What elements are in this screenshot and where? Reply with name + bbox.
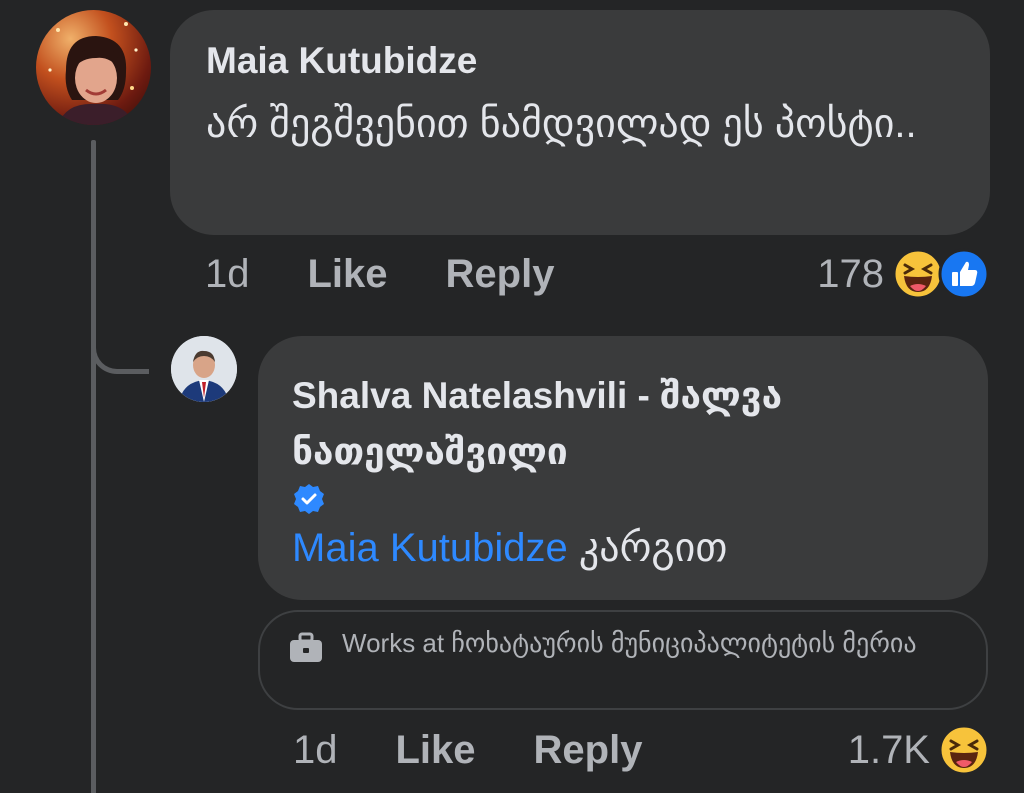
reply-button[interactable]: Reply (534, 728, 643, 773)
reaction-summary[interactable]: 178 (817, 248, 990, 300)
comment-text: არ შეგშვენით ნამდვილად ეს პოსტი.. (206, 102, 917, 146)
thread-connector-curve (91, 318, 149, 374)
laughing-emoji-icon (892, 248, 944, 300)
like-button[interactable]: Like (396, 728, 476, 773)
reaction-summary[interactable]: 1.7K (848, 724, 990, 776)
comment-actions: 1d Like Reply (205, 252, 612, 297)
comment-timestamp[interactable]: 1d (205, 252, 250, 297)
reaction-count: 1.7K (847, 727, 930, 772)
laughing-emoji-icon (938, 724, 990, 776)
verified-badge-icon (294, 484, 324, 514)
reply-actions: 1d Like Reply (293, 728, 700, 773)
works-at-text: Works at ჩოხატაურის მუნიციპალიტეტის მერი… (342, 628, 917, 658)
thread-connector-line (91, 140, 96, 793)
works-at-badge[interactable]: Works at ჩოხატაურის მუნიციპალიტეტის მერი… (258, 610, 988, 710)
comment-thread: Maia Kutubidze არ შეგშვენით ნამდვილად ეს… (0, 0, 1024, 793)
reply-timestamp[interactable]: 1d (293, 728, 338, 773)
like-thumb-icon (938, 248, 990, 300)
like-button[interactable]: Like (308, 252, 388, 297)
avatar-maia[interactable] (36, 10, 151, 125)
reply-text-line: Maia Kutubidze კარგით (292, 520, 954, 576)
briefcase-icon (290, 632, 322, 662)
mention-link[interactable]: Maia Kutubidze (292, 526, 568, 570)
reply-author[interactable]: Shalva Natelashvili - შალვა ნათელაშვილი (292, 368, 954, 480)
comment-author[interactable]: Maia Kutubidze (206, 38, 954, 84)
reply-text: კარგით (578, 526, 728, 570)
comment-bubble: Maia Kutubidze არ შეგშვენით ნამდვილად ეს… (170, 10, 990, 235)
reaction-count: 178 (817, 251, 884, 296)
reply-bubble: Shalva Natelashvili - შალვა ნათელაშვილი … (258, 336, 988, 600)
avatar-shalva[interactable] (171, 336, 237, 402)
reply-button[interactable]: Reply (446, 252, 555, 297)
